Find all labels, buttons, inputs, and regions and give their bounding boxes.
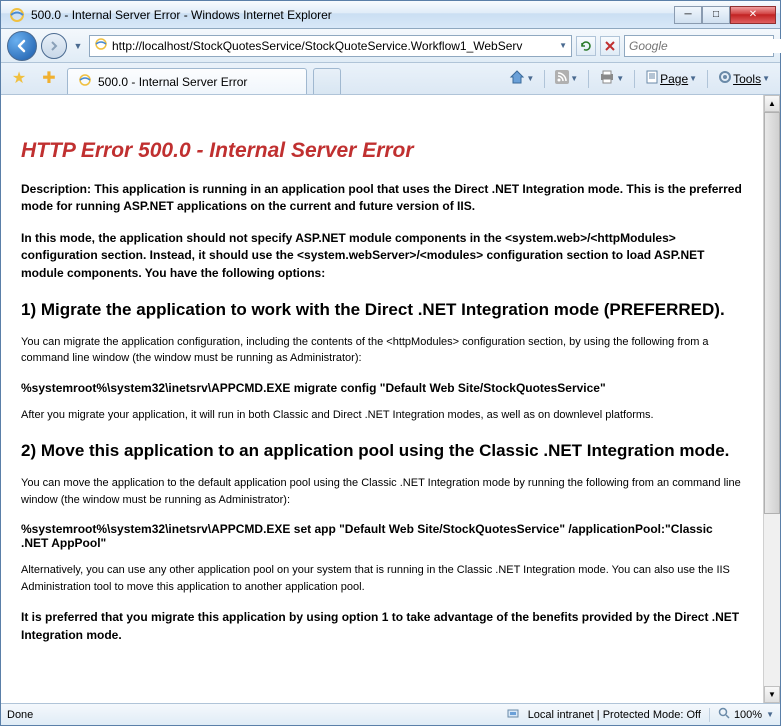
browser-window: 500.0 - Internal Server Error - Windows … xyxy=(0,0,781,726)
page-icon xyxy=(94,37,108,54)
close-button[interactable]: ✕ xyxy=(730,6,776,24)
separator xyxy=(709,708,710,722)
section-1-para-1: You can migrate the application configur… xyxy=(21,334,743,367)
nav-history-dropdown[interactable]: ▼ xyxy=(71,36,85,56)
command-bar: ▼ ▼ ▼ Page ▼ xyxy=(347,67,774,90)
gear-icon xyxy=(718,70,732,87)
tab-title: 500.0 - Internal Server Error xyxy=(98,75,247,89)
section-1-para-2: After you migrate your application, it w… xyxy=(21,407,743,424)
section-2-heading: 2) Move this application to an applicati… xyxy=(21,441,743,461)
feeds-dropdown-icon: ▼ xyxy=(570,74,578,83)
final-recommendation: It is preferred that you migrate this ap… xyxy=(21,609,743,644)
address-dropdown[interactable]: ▼ xyxy=(559,41,567,50)
section-2-command: %systemroot%\system32\inetsrv\APPCMD.EXE… xyxy=(21,522,743,550)
internet-zone-icon xyxy=(506,706,520,723)
active-tab[interactable]: 500.0 - Internal Server Error xyxy=(67,68,307,94)
scroll-down-button[interactable]: ▼ xyxy=(764,686,780,703)
tab-icon xyxy=(78,73,92,90)
navbar: ▼ ▼ xyxy=(1,29,780,63)
tools-menu[interactable]: Tools ▼ xyxy=(714,68,774,89)
maximize-button[interactable]: □ xyxy=(702,6,730,24)
home-icon xyxy=(509,69,525,88)
titlebar: 500.0 - Internal Server Error - Windows … xyxy=(1,1,780,29)
feeds-button[interactable]: ▼ xyxy=(551,68,582,89)
section-2-para-2: Alternatively, you can use any other app… xyxy=(21,562,743,595)
zoom-control[interactable]: 100% ▼ xyxy=(718,707,774,722)
zoom-icon xyxy=(718,707,730,722)
zoom-dropdown-icon: ▼ xyxy=(766,710,774,719)
separator xyxy=(544,70,545,88)
section-1-command: %systemroot%\system32\inetsrv\APPCMD.EXE… xyxy=(21,381,743,395)
new-tab-button[interactable] xyxy=(313,68,341,94)
home-dropdown-icon: ▼ xyxy=(526,74,534,83)
vertical-scrollbar[interactable]: ▲ ▼ xyxy=(763,95,780,703)
print-dropdown-icon: ▼ xyxy=(616,74,624,83)
favorites-button[interactable]: ★ xyxy=(7,66,31,90)
home-button[interactable]: ▼ xyxy=(505,67,538,90)
back-button[interactable] xyxy=(7,31,37,61)
minimize-button[interactable]: ─ xyxy=(674,6,702,24)
status-text: Done xyxy=(7,709,33,721)
status-zone: Local intranet | Protected Mode: Off xyxy=(528,709,701,721)
page-menu[interactable]: Page ▼ xyxy=(641,68,701,89)
description-label: Description: xyxy=(21,182,91,196)
page-body: HTTP Error 500.0 - Internal Server Error… xyxy=(1,95,763,703)
scroll-thumb[interactable] xyxy=(764,112,780,514)
print-icon xyxy=(599,70,615,87)
refresh-button[interactable] xyxy=(576,36,596,56)
description-text: This application is running in an applic… xyxy=(21,182,742,213)
error-title: HTTP Error 500.0 - Internal Server Error xyxy=(21,139,743,163)
forward-button[interactable] xyxy=(41,33,67,59)
app-icon xyxy=(9,7,25,23)
tools-menu-label: Tools xyxy=(733,72,761,86)
separator xyxy=(707,70,708,88)
print-button[interactable]: ▼ xyxy=(595,68,628,89)
search-box[interactable] xyxy=(624,35,774,57)
statusbar: Done Local intranet | Protected Mode: Of… xyxy=(1,703,780,725)
section-1-heading: 1) Migrate the application to work with … xyxy=(21,300,743,320)
url-input[interactable] xyxy=(112,39,555,53)
window-controls: ─ □ ✕ xyxy=(674,6,776,24)
zoom-value: 100% xyxy=(734,709,762,721)
error-description: Description: This application is running… xyxy=(21,181,743,216)
page-menu-label: Page xyxy=(660,72,688,86)
page-dropdown-icon: ▼ xyxy=(689,74,697,83)
page-menu-icon xyxy=(645,70,659,87)
separator xyxy=(634,70,635,88)
separator xyxy=(588,70,589,88)
section-2-para-1: You can move the application to the defa… xyxy=(21,475,743,508)
tools-dropdown-icon: ▼ xyxy=(762,74,770,83)
search-input[interactable] xyxy=(629,39,781,53)
content-area: HTTP Error 500.0 - Internal Server Error… xyxy=(1,95,780,703)
error-description-2: In this mode, the application should not… xyxy=(21,230,743,282)
rss-icon xyxy=(555,70,569,87)
tabbar: ★ ✚ 500.0 - Internal Server Error ▼ ▼ xyxy=(1,63,780,95)
add-favorite-button[interactable]: ✚ xyxy=(37,66,61,90)
window-title: 500.0 - Internal Server Error - Windows … xyxy=(31,8,674,22)
scroll-track[interactable] xyxy=(764,112,780,686)
stop-button[interactable] xyxy=(600,36,620,56)
address-bar[interactable]: ▼ xyxy=(89,35,572,57)
scroll-up-button[interactable]: ▲ xyxy=(764,95,780,112)
